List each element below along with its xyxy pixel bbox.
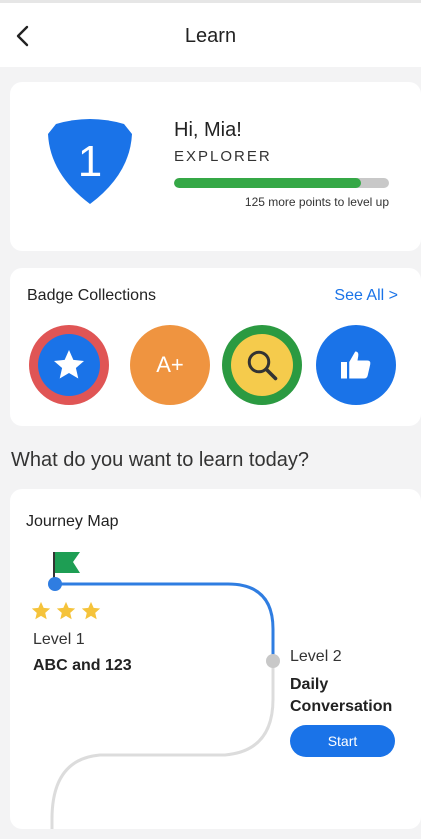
- level2-node: [266, 654, 280, 668]
- badge-collections-title: Badge Collections: [27, 287, 156, 304]
- magnifier-icon: [247, 350, 278, 381]
- badge-magnifier[interactable]: [222, 325, 302, 405]
- rank-label: EXPLORER: [174, 148, 272, 165]
- badge-a-plus[interactable]: A+: [130, 325, 210, 405]
- badge-star[interactable]: [29, 325, 109, 405]
- level1-stars: [30, 600, 102, 622]
- learn-question: What do you want to learn today?: [11, 449, 309, 471]
- journey-map-card: Journey Map Level 1 ABC and 123 Level 2 …: [10, 489, 421, 829]
- level-progress-fill: [174, 178, 362, 188]
- level1-label: Level 1: [33, 631, 85, 648]
- start-button[interactable]: Start: [290, 725, 395, 757]
- greeting: Hi, Mia!: [174, 119, 242, 141]
- level1-name[interactable]: ABC and 123: [33, 657, 132, 675]
- level-number: 1: [78, 137, 102, 186]
- star-icon: [56, 601, 76, 620]
- profile-card: 1 Hi, Mia! EXPLORER 125 more points to l…: [10, 82, 421, 251]
- level-progress-bar: [174, 178, 389, 188]
- thumbs-up-icon: [341, 351, 371, 379]
- level1-node: [48, 577, 62, 591]
- flag-icon: [55, 552, 80, 573]
- badge-collections-card: Badge Collections See All > A+: [10, 268, 421, 426]
- page-title: Learn: [184, 25, 237, 47]
- level2-label: Level 2: [290, 648, 342, 665]
- points-to-level-up: 125 more points to level up: [244, 195, 389, 209]
- app-header: Learn: [0, 3, 421, 67]
- badge-a-plus-label: A+: [156, 352, 184, 377]
- star-icon: [54, 350, 84, 379]
- badge-thumbs-up[interactable]: [316, 325, 396, 405]
- see-all-link[interactable]: See All >: [334, 287, 398, 305]
- level2-name[interactable]: Daily Conversation: [290, 674, 410, 718]
- star-icon: [31, 601, 51, 620]
- star-icon: [81, 601, 101, 620]
- level-shield-icon: 1: [46, 118, 134, 206]
